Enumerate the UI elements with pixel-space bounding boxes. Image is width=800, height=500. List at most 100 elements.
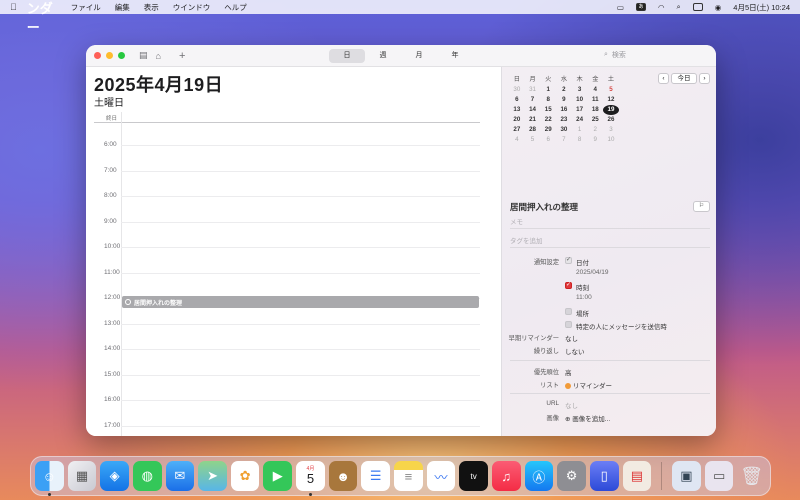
hour-row[interactable]: 6:00 (94, 141, 480, 148)
mini-day[interactable]: 6 (540, 135, 556, 145)
search-icon[interactable]: ⌕ (677, 2, 681, 12)
tab-month[interactable]: 月 (401, 49, 437, 63)
add-image-button[interactable]: ⊕ 画像を追加... (565, 413, 610, 423)
search-field[interactable]: ⌕ 検索 (604, 50, 626, 60)
tab-week[interactable]: 週 (365, 49, 401, 63)
close-button[interactable] (94, 52, 101, 59)
iphone-mirroring-icon[interactable]: ▯ (589, 461, 619, 491)
reminder-event[interactable]: 居間押入れの整理 (122, 296, 479, 308)
fullscreen-button[interactable] (118, 52, 125, 59)
mini-day[interactable]: 8 (540, 95, 556, 105)
mini-day[interactable]: 4 (587, 85, 603, 95)
tv-icon[interactable]: tv (459, 461, 488, 491)
mini-day-selected[interactable]: 19 (603, 105, 619, 115)
mini-day[interactable]: 3 (603, 125, 619, 135)
hour-row[interactable]: 15:00 (94, 371, 480, 378)
maps-icon[interactable]: ➤ (198, 461, 227, 491)
date-value[interactable]: 2025/04/19 (576, 269, 609, 276)
mini-day[interactable]: 14 (525, 105, 541, 115)
freeform-icon[interactable]: 〰 (426, 461, 456, 491)
trash-icon[interactable]: 🗑 (737, 461, 766, 491)
mail-icon[interactable]: ✉ (165, 461, 195, 491)
facetime-icon[interactable]: ▶ (263, 461, 293, 491)
reminders-icon[interactable]: ☰ (361, 461, 391, 491)
mini-day[interactable]: 2 (556, 85, 572, 95)
system-settings-icon[interactable]: ⚙ (557, 461, 586, 491)
date-checkbox[interactable]: ✓ (565, 257, 572, 264)
flag-button[interactable]: ⚐ (693, 201, 710, 212)
mini-day[interactable]: 10 (603, 135, 619, 145)
documents-stack-icon[interactable]: ▭ (704, 461, 734, 491)
battery-icon[interactable]: ▭ (617, 3, 624, 12)
mini-day[interactable]: 16 (556, 105, 572, 115)
mini-day[interactable]: 1 (540, 85, 556, 95)
prev-button[interactable]: ‹ (658, 73, 669, 84)
message-checkbox[interactable] (565, 321, 572, 328)
calendar-list-icon[interactable]: ▤ (139, 50, 148, 61)
mini-day-current[interactable]: 5 (603, 85, 619, 95)
menu-view[interactable]: 表示 (144, 2, 159, 13)
reminder-checkbox-icon[interactable] (125, 299, 131, 305)
downloads-stack-icon[interactable]: ▣ (672, 461, 701, 491)
hour-row[interactable]: 8:00 (94, 192, 480, 199)
photos-icon[interactable]: ✿ (230, 461, 260, 491)
control-center-icon[interactable] (692, 3, 703, 11)
mini-day[interactable]: 30 (509, 85, 525, 95)
hour-row[interactable]: 7:00 (94, 167, 480, 174)
tab-year[interactable]: 年 (437, 49, 473, 63)
mini-day[interactable]: 4 (509, 135, 525, 145)
mini-day[interactable]: 8 (572, 135, 588, 145)
input-method-icon[interactable]: あ (636, 3, 646, 11)
mini-day[interactable]: 29 (540, 125, 556, 135)
app-store-icon[interactable]: Ⓐ (524, 461, 554, 491)
mini-day[interactable]: 22 (540, 115, 556, 125)
messages-icon[interactable]: ◍ (132, 461, 162, 491)
hour-row[interactable]: 16:00 (94, 396, 480, 403)
safari-icon[interactable]: ◈ (100, 461, 129, 491)
time-value[interactable]: 11:00 (576, 294, 592, 301)
hour-row[interactable]: 10:00 (94, 243, 480, 250)
mini-day[interactable]: 25 (587, 115, 603, 125)
mini-day[interactable]: 23 (556, 115, 572, 125)
url-value[interactable]: なし (565, 400, 578, 410)
reminder-title[interactable]: 居間押入れの整理 (510, 201, 578, 213)
next-button[interactable]: › (699, 73, 710, 84)
menu-edit[interactable]: 編集 (115, 2, 130, 13)
finder-icon[interactable]: ☺ (35, 461, 64, 496)
add-event-button[interactable]: + (179, 50, 185, 62)
menu-help[interactable]: ヘルプ (224, 2, 247, 13)
mini-day[interactable]: 12 (603, 95, 619, 105)
mini-day[interactable]: 31 (525, 85, 541, 95)
time-checkbox[interactable]: ✓ (565, 282, 572, 289)
mini-day[interactable]: 30 (556, 125, 572, 135)
minimize-button[interactable] (106, 52, 113, 59)
menu-window[interactable]: ウインドウ (173, 2, 211, 13)
music-icon[interactable]: ♫ (491, 461, 521, 491)
mini-day[interactable]: 7 (525, 95, 541, 105)
priority-value[interactable]: 高 (565, 367, 572, 377)
inbox-icon[interactable]: ⌂ (156, 51, 161, 61)
repeat-value[interactable]: しない (565, 346, 585, 356)
tags-field[interactable]: タグを追加 (510, 235, 543, 245)
hour-row[interactable]: 9:00 (94, 218, 480, 225)
mini-day[interactable]: 6 (509, 95, 525, 105)
hour-row[interactable]: 17:00 (94, 422, 480, 429)
mini-day[interactable]: 10 (572, 95, 588, 105)
list-value[interactable]: リマインダー (565, 380, 612, 390)
location-checkbox[interactable] (565, 308, 572, 315)
mini-day[interactable]: 11 (587, 95, 603, 105)
menu-app-name[interactable]: カレンダー (27, 0, 57, 35)
early-reminder-value[interactable]: なし (565, 333, 578, 343)
mini-day[interactable]: 7 (556, 135, 572, 145)
siri-icon[interactable]: ◉ (715, 3, 722, 12)
launchpad-icon[interactable]: ▦ (67, 461, 97, 491)
hour-row[interactable]: 11:00 (94, 269, 480, 276)
tab-day[interactable]: 日 (329, 49, 365, 63)
mini-day[interactable]: 17 (572, 105, 588, 115)
calendar-app-icon[interactable]: 4月 5 (296, 461, 325, 496)
notes-icon[interactable]: ≡ (394, 461, 423, 491)
mini-day[interactable]: 9 (587, 135, 603, 145)
mini-day[interactable]: 21 (525, 115, 541, 125)
mini-day[interactable]: 2 (587, 125, 603, 135)
mini-day[interactable]: 9 (556, 95, 572, 105)
